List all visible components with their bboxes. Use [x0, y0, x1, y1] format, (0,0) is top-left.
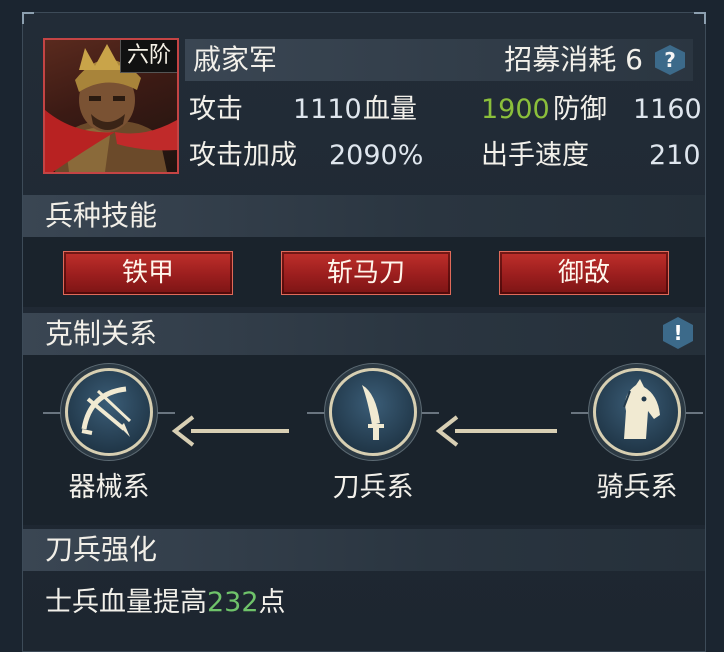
hp-label: 血量	[363, 94, 417, 125]
rank-badge: 六阶	[119, 40, 177, 73]
skill-button-iron-armor[interactable]: 铁甲	[63, 251, 233, 295]
recruit-cost-value: 6	[625, 43, 643, 76]
counter-title: 克制关系	[45, 317, 158, 350]
counter-section-header: 克制关系 !	[23, 313, 705, 355]
recruit-cost: 招募消耗 6	[504, 43, 643, 77]
type-label-cavalry: 骑兵系	[596, 472, 678, 503]
saber-icon	[329, 368, 417, 456]
attack-value: 1110	[293, 94, 362, 125]
attack-bonus-value: 2090%	[329, 140, 424, 171]
enhance-text-before: 士兵血量提高	[45, 587, 207, 618]
enhance-value: 232	[207, 587, 259, 618]
recruit-cost-label: 招募消耗	[504, 43, 617, 76]
unit-name-bar: 戚家军 招募消耗 6 ?	[185, 39, 693, 81]
speed-value: 210	[649, 140, 701, 171]
enhance-description: 士兵血量提高232点	[45, 586, 286, 620]
ornament-line	[571, 412, 591, 414]
skills-section-header: 兵种技能	[23, 195, 705, 237]
ornament-line	[43, 412, 63, 414]
type-label-siege: 器械系	[68, 472, 150, 503]
defense-value: 1160	[633, 94, 702, 125]
counter-arrow-icon	[171, 415, 289, 447]
attack-label: 攻击	[189, 94, 243, 125]
defense-label: 防御	[553, 94, 607, 125]
ornament-line	[307, 412, 327, 414]
attack-bonus-label: 攻击加成	[189, 140, 297, 171]
unit-portrait: 六阶	[43, 38, 179, 174]
help-icon[interactable]: ?	[655, 45, 685, 75]
hp-value: 1900	[481, 94, 550, 125]
type-label-blade: 刀兵系	[332, 472, 414, 503]
unit-info-panel: 六阶 戚家军 招募消耗 6 ? 攻击 1110 血量 1900 防御 1160 …	[22, 12, 706, 652]
panel-corner-ornament	[22, 12, 34, 24]
ornament-line	[683, 412, 703, 414]
enhance-section-header: 刀兵强化	[23, 529, 705, 571]
skills-title: 兵种技能	[45, 199, 158, 232]
crossbow-icon	[65, 368, 153, 456]
enhance-text-after: 点	[258, 587, 286, 618]
counter-arrow-icon	[435, 415, 557, 447]
skill-button-horse-saber[interactable]: 斩马刀	[281, 251, 451, 295]
skill-button-resist[interactable]: 御敌	[499, 251, 669, 295]
horse-head-icon	[593, 368, 681, 456]
info-icon[interactable]: !	[663, 317, 693, 349]
unit-name: 戚家军	[193, 43, 278, 76]
panel-corner-ornament	[694, 12, 706, 24]
speed-label: 出手速度	[481, 140, 589, 171]
enhance-title: 刀兵强化	[45, 533, 158, 566]
